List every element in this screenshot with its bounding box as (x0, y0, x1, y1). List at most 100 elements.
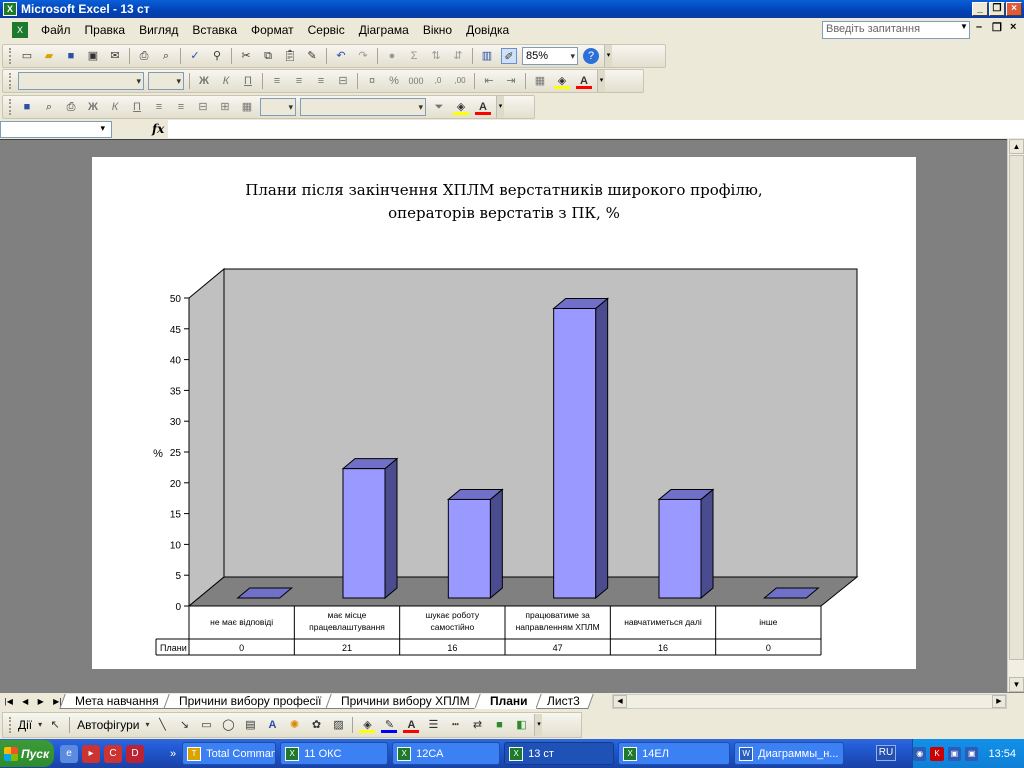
category-label[interactable]: працюватиме за (525, 610, 590, 620)
autoshapes-menu-button[interactable]: Автофігури (77, 718, 139, 732)
comma-style-icon[interactable]: 000 (408, 73, 424, 89)
vertical-scrollbar[interactable]: ▲ ▼ (1007, 139, 1024, 692)
taskbar-button-13-st[interactable]: X 13 ст (504, 742, 615, 765)
bar-side[interactable] (489, 488, 503, 600)
save-icon[interactable]: ■ (19, 99, 35, 115)
bar-side[interactable] (700, 488, 714, 600)
restore-button[interactable]: ❐ (989, 2, 1005, 16)
y-tick-label[interactable]: 50 (170, 294, 182, 305)
bar[interactable] (658, 498, 702, 599)
open-icon[interactable]: ▰ (41, 48, 57, 64)
bar[interactable] (553, 307, 597, 599)
borders-icon[interactable]: ▦ (532, 73, 548, 89)
align-right-icon[interactable]: ≡ (313, 73, 329, 89)
y-tick-label[interactable]: 20 (170, 479, 182, 490)
line-icon[interactable]: ╲ (154, 717, 170, 733)
chart-title-line-2[interactable]: операторів верстатів з ПК, % (388, 204, 620, 222)
app-icon[interactable]: ▸ (82, 744, 100, 763)
spelling-icon[interactable]: ✓ (187, 48, 203, 64)
app-icon[interactable]: D (126, 744, 144, 763)
doc-restore-button[interactable]: ❐ (992, 21, 1002, 34)
category-label[interactable]: не має відповіді (210, 617, 273, 627)
y-tick-label[interactable]: 15 (170, 510, 182, 521)
y-tick-label[interactable]: 5 (175, 571, 181, 582)
chevron-down-icon[interactable]: ▾ (36, 717, 44, 733)
menu-tools[interactable]: Сервіс (301, 23, 352, 37)
menu-chart[interactable]: Діаграма (352, 23, 416, 37)
category-label[interactable]: інше (759, 617, 777, 627)
category-label[interactable]: шукає роботу (426, 610, 480, 620)
print-preview-icon[interactable]: ⌕ (158, 48, 174, 64)
diagram-icon[interactable]: ✺ (286, 717, 302, 733)
taskbar-button-12-ca[interactable]: X 12СА (392, 742, 501, 765)
fx-icon[interactable]: fx (152, 122, 164, 136)
save-icon[interactable]: ■ (63, 48, 79, 64)
y-tick-label[interactable]: 30 (170, 417, 182, 428)
ask-question-input[interactable]: Введіть запитання (822, 21, 970, 39)
chart-objects-select[interactable] (260, 98, 296, 116)
redo-icon[interactable]: ↷ (355, 48, 371, 64)
chevron-down-icon[interactable]: ▼ (960, 22, 968, 31)
taskbar-button-11-oks[interactable]: X 11 ОКС (280, 742, 389, 765)
percent-icon[interactable]: % (386, 73, 402, 89)
close-button[interactable]: × (1006, 2, 1022, 16)
doc-minimize-button[interactable]: – (976, 21, 982, 33)
shadow-icon[interactable]: ■ (491, 717, 507, 733)
tray-icon[interactable]: ◉ (913, 746, 927, 761)
menu-format[interactable]: Формат (244, 23, 301, 37)
prev-sheet-icon[interactable]: ◀ (22, 697, 28, 706)
sort-descending-icon[interactable]: ⇵ (450, 48, 466, 64)
textbox-icon[interactable]: ▤ (242, 717, 258, 733)
research-icon[interactable]: ⚲ (209, 48, 225, 64)
y-tick-label[interactable]: 25 (170, 448, 182, 459)
category-label[interactable]: має місце (328, 610, 367, 620)
currency-icon[interactable]: ¤ (364, 73, 380, 89)
chart-sheet[interactable]: Плани після закінчення ХПЛМ верстатників… (92, 157, 916, 669)
font-color-icon[interactable]: A (576, 73, 592, 89)
chevron-right-icon[interactable]: » (170, 748, 176, 760)
italic-icon[interactable]: К (218, 73, 234, 89)
category-label[interactable]: працевлаштування (309, 622, 385, 632)
category-label[interactable]: навчатиметься далі (624, 617, 702, 627)
bar[interactable] (342, 468, 386, 599)
menu-window[interactable]: Вікно (416, 23, 459, 37)
underline-icon[interactable]: П (129, 99, 145, 115)
toolbar-options-icon[interactable]: ▾ (604, 45, 612, 67)
align-left-icon[interactable]: ≡ (151, 99, 167, 115)
increase-indent-icon[interactable]: ⇥ (503, 73, 519, 89)
rectangle-icon[interactable]: ▭ (198, 717, 214, 733)
scroll-right-icon[interactable]: ▶ (992, 695, 1006, 708)
line-style-icon[interactable]: ☰ (425, 717, 441, 733)
filter-icon[interactable]: ⏷ (431, 99, 447, 115)
scroll-left-icon[interactable]: ◀ (613, 695, 627, 708)
taskbar-button-diagrams[interactable]: W Диаграммы_н... (734, 742, 845, 765)
horizontal-scrollbar[interactable]: ◀ ▶ (612, 694, 1007, 709)
clock[interactable]: 13:54 (988, 748, 1016, 760)
3d-icon[interactable]: ◧ (513, 717, 529, 733)
data-table-value[interactable]: 21 (342, 643, 352, 653)
cut-icon[interactable]: ✂ (238, 48, 254, 64)
decrease-decimal-icon[interactable]: ,00 (452, 73, 468, 89)
bar[interactable] (447, 498, 491, 599)
zoom-select[interactable]: 85% (522, 47, 578, 65)
line-color-icon[interactable]: ✎ (381, 717, 398, 733)
font-color-icon[interactable]: A (403, 717, 420, 733)
taskbar-button-14-el[interactable]: X 14ЕЛ (618, 742, 731, 765)
font-color-icon[interactable]: A (475, 99, 491, 115)
select-objects-icon[interactable]: ↖ (47, 717, 63, 733)
antivirus-icon[interactable]: K (930, 746, 944, 761)
chart-type-select[interactable] (300, 98, 426, 116)
menu-file[interactable]: Файл (34, 23, 78, 37)
format-painter-icon[interactable]: ✎ (304, 48, 320, 64)
y-axis-label[interactable]: % (153, 448, 163, 460)
help-icon[interactable]: ? (583, 48, 599, 64)
print-icon[interactable]: ⎙ (63, 99, 79, 115)
menu-help[interactable]: Довідка (459, 23, 516, 37)
start-button[interactable]: Пуск (0, 740, 54, 767)
grid-icon[interactable]: ▦ (239, 99, 255, 115)
app-icon[interactable]: C (104, 744, 122, 763)
underline-icon[interactable]: П (240, 73, 256, 89)
sheet-tab[interactable]: Мета навчання (59, 693, 173, 709)
arrow-icon[interactable]: ↘ (176, 717, 192, 733)
table-icon[interactable]: ⊞ (217, 99, 233, 115)
